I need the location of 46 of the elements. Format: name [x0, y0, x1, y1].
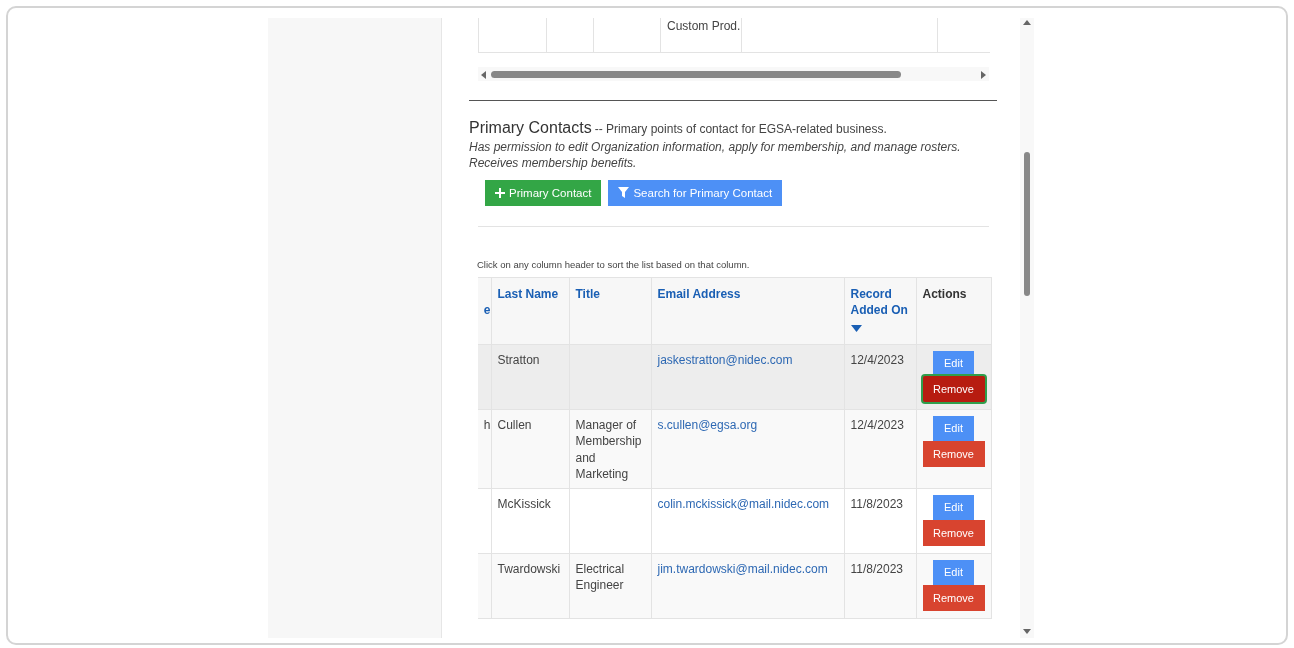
table-cell: Manager of Membership and Marketing	[569, 409, 651, 488]
edit-button[interactable]: Edit	[933, 350, 974, 376]
edit-button[interactable]: Edit	[933, 559, 974, 585]
column-header-link[interactable]: e	[478, 277, 491, 344]
table-cell	[546, 18, 594, 52]
filter-icon	[618, 187, 630, 198]
column-header: Actions	[916, 277, 991, 344]
search-contact-button[interactable]: Search for Primary Contact	[608, 179, 783, 206]
table-cell: 12/4/2023	[844, 409, 916, 488]
remove-button[interactable]: Remove	[922, 375, 985, 402]
section-subtitle: -- Primary points of contact for EGSA-related business.	[594, 121, 887, 136]
email-link[interactable]: jaskestratton@nidec.com	[657, 352, 793, 367]
table-cell: 12/4/2023	[844, 344, 916, 409]
table-cell: Custom Prod.	[660, 18, 742, 52]
remove-button[interactable]: Remove	[922, 584, 985, 611]
edit-button[interactable]: Edit	[933, 494, 974, 520]
table-cell	[478, 18, 547, 52]
table-cell: Electrical Engineer	[569, 553, 651, 618]
table-cell: h	[478, 409, 491, 488]
sort-hint: Click on any column header to sort the list based on that column.	[477, 257, 751, 272]
section-title: Primary Contacts	[469, 118, 592, 136]
table-cell: Stratton	[491, 344, 569, 409]
column-header-link[interactable]: Last Name	[491, 277, 569, 344]
vertical-scrollbar[interactable]	[1020, 18, 1034, 638]
description-text: Receives membership benefits.	[469, 154, 638, 171]
sort-descending-icon[interactable]	[850, 324, 862, 332]
table-cell: 11/8/2023	[844, 488, 916, 553]
table-cell	[478, 344, 491, 409]
table-cell: Twardowski	[491, 553, 569, 618]
table-cell	[478, 553, 491, 618]
edit-button[interactable]: Edit	[933, 415, 974, 441]
table-cell: 11/8/2023	[844, 553, 916, 618]
column-header-link[interactable]: Title	[569, 277, 651, 344]
add-contact-button[interactable]: Primary Contact	[485, 179, 602, 206]
table-cell: Cullen	[491, 409, 569, 488]
table-cell	[478, 488, 491, 553]
remove-button[interactable]: Remove	[922, 519, 985, 546]
plus-icon	[495, 187, 505, 198]
horizontal-scrollbar[interactable]	[478, 66, 989, 81]
table-cell	[593, 18, 661, 52]
email-link[interactable]: s.cullen@egsa.org	[657, 417, 758, 432]
description-text: Has permission to edit Organization information, apply for membership, and manage rosters.	[469, 138, 962, 155]
remove-button[interactable]: Remove	[922, 440, 985, 467]
column-header-link[interactable]: Email Address	[651, 277, 844, 344]
column-header-link[interactable]: Record Added On	[844, 277, 916, 344]
table-cell: McKissick	[491, 488, 569, 553]
